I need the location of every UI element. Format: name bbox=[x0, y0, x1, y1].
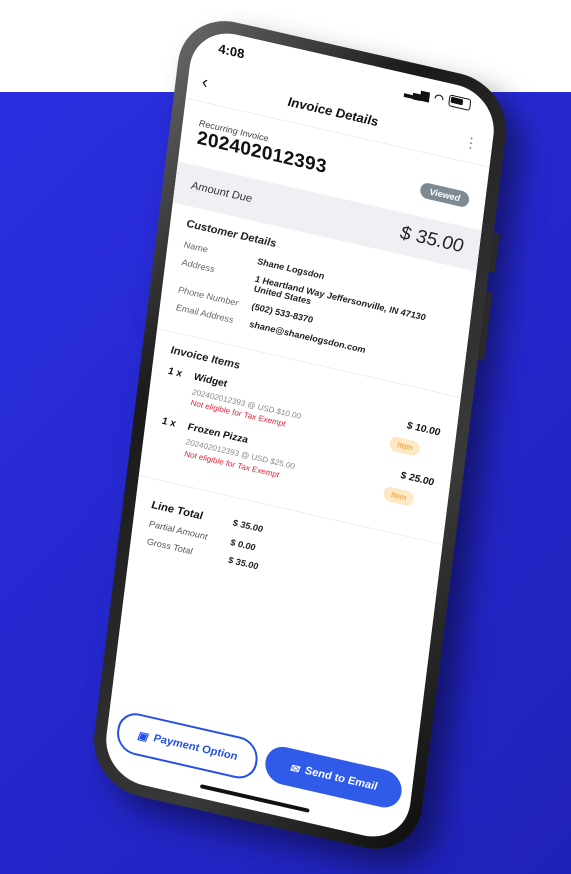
kebab-menu-icon[interactable]: ⋮ bbox=[463, 133, 479, 153]
send-to-email-button[interactable]: ✉ Send to Email bbox=[263, 743, 404, 812]
total-value: $ 35.00 bbox=[227, 554, 259, 572]
send-to-email-label: Send to Email bbox=[304, 764, 378, 793]
item-tag: Item bbox=[383, 485, 415, 508]
payment-option-label: Payment Option bbox=[152, 732, 239, 764]
total-value: $ 35.00 bbox=[232, 517, 264, 534]
amount-due-label: Amount Due bbox=[190, 179, 253, 206]
chevron-left-icon[interactable]: ‹ bbox=[201, 71, 233, 98]
wallet-icon: ▣ bbox=[136, 729, 149, 744]
battery-icon bbox=[448, 94, 472, 112]
item-tag: Item bbox=[389, 435, 421, 457]
amount-due-value: $ 35.00 bbox=[399, 222, 465, 258]
item-qty: 1 x bbox=[161, 416, 177, 431]
envelope-icon: ✉ bbox=[289, 761, 300, 776]
wifi-icon: ◠ bbox=[433, 91, 445, 106]
payment-option-button[interactable]: ▣ Payment Option bbox=[114, 709, 260, 783]
total-value: $ 0.00 bbox=[229, 536, 257, 553]
item-qty: 1 x bbox=[167, 365, 183, 380]
status-time: 4:08 bbox=[217, 40, 246, 61]
status-icons: ▂▄▆ ◠ bbox=[404, 84, 472, 112]
signal-icon: ▂▄▆ bbox=[404, 84, 431, 103]
